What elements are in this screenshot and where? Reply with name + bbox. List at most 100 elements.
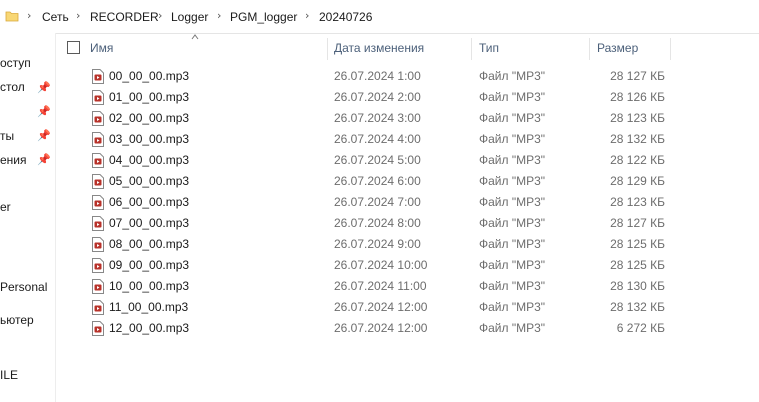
file-size: 28 126 КБ [610, 90, 665, 104]
file-name[interactable]: 11_00_00.mp3 [109, 297, 188, 318]
mp3-file-icon [92, 111, 104, 126]
file-row[interactable]: 00_00_00.mp3 26.07.2024 1:00 Файл "MP3" … [0, 66, 759, 87]
file-name[interactable]: 07_00_00.mp3 [109, 213, 189, 234]
file-date: 26.07.2024 7:00 [334, 195, 421, 209]
file-date: 26.07.2024 3:00 [334, 111, 421, 125]
file-size: 28 129 КБ [610, 174, 665, 188]
mp3-file-icon [92, 279, 104, 294]
mp3-file-icon [92, 174, 104, 189]
column-type[interactable]: Тип [479, 36, 499, 60]
file-type: Файл "MP3" [479, 237, 546, 251]
file-row[interactable]: 09_00_00.mp3 26.07.2024 10:00 Файл "MP3"… [0, 255, 759, 276]
file-size: 28 125 КБ [610, 237, 665, 251]
file-row[interactable]: 08_00_00.mp3 26.07.2024 9:00 Файл "MP3" … [0, 234, 759, 255]
address-bar[interactable]: › Сеть › RECORDER › Logger › PGM_logger … [0, 0, 759, 34]
file-name[interactable]: 06_00_00.mp3 [109, 192, 189, 213]
file-name[interactable]: 08_00_00.mp3 [109, 234, 189, 255]
file-date: 26.07.2024 1:00 [334, 69, 421, 83]
file-row[interactable]: 12_00_00.mp3 26.07.2024 12:00 Файл "MP3"… [0, 318, 759, 339]
column-divider[interactable] [327, 38, 328, 60]
sort-up-icon [191, 34, 199, 40]
file-row[interactable]: 11_00_00.mp3 26.07.2024 12:00 Файл "MP3"… [0, 297, 759, 318]
file-name[interactable]: 12_00_00.mp3 [109, 318, 189, 339]
file-date: 26.07.2024 9:00 [334, 237, 421, 251]
chevron-right-icon[interactable]: › [305, 9, 309, 22]
file-type: Файл "MP3" [479, 69, 546, 83]
file-type: Файл "MP3" [479, 195, 546, 209]
mp3-file-icon [92, 69, 104, 84]
column-header: Имя Дата изменения Тип Размер [56, 34, 759, 60]
file-date: 26.07.2024 6:00 [334, 174, 421, 188]
breadcrumb-item[interactable]: Сеть [42, 10, 69, 24]
file-date: 26.07.2024 12:00 [334, 321, 428, 335]
file-name[interactable]: 03_00_00.mp3 [109, 129, 189, 150]
file-row[interactable]: 05_00_00.mp3 26.07.2024 6:00 Файл "MP3" … [0, 171, 759, 192]
file-row[interactable]: 07_00_00.mp3 26.07.2024 8:00 Файл "MP3" … [0, 213, 759, 234]
chevron-right-icon[interactable]: › [217, 9, 221, 22]
column-divider[interactable] [471, 38, 472, 60]
file-name[interactable]: 04_00_00.mp3 [109, 150, 189, 171]
file-date: 26.07.2024 10:00 [334, 258, 428, 272]
file-type: Файл "MP3" [479, 300, 546, 314]
file-row[interactable]: 01_00_00.mp3 26.07.2024 2:00 Файл "MP3" … [0, 87, 759, 108]
file-name[interactable]: 05_00_00.mp3 [109, 171, 189, 192]
select-all-checkbox[interactable] [67, 41, 80, 54]
file-row[interactable]: 03_00_00.mp3 26.07.2024 4:00 Файл "MP3" … [0, 129, 759, 150]
file-date: 26.07.2024 5:00 [334, 153, 421, 167]
file-type: Файл "MP3" [479, 258, 546, 272]
file-row[interactable]: 06_00_00.mp3 26.07.2024 7:00 Файл "MP3" … [0, 192, 759, 213]
file-date: 26.07.2024 12:00 [334, 300, 428, 314]
chevron-right-icon[interactable]: › [27, 9, 31, 22]
file-date: 26.07.2024 11:00 [334, 279, 427, 293]
column-divider[interactable] [589, 38, 590, 60]
file-size: 28 125 КБ [610, 258, 665, 272]
file-type: Файл "MP3" [479, 90, 546, 104]
folder-icon [5, 11, 19, 22]
column-date[interactable]: Дата изменения [334, 36, 424, 60]
file-name[interactable]: 02_00_00.mp3 [109, 108, 189, 129]
file-size: 28 123 КБ [610, 195, 665, 209]
file-name[interactable]: 01_00_00.mp3 [109, 87, 189, 108]
file-type: Файл "MP3" [479, 174, 546, 188]
file-name[interactable]: 10_00_00.mp3 [109, 276, 189, 297]
mp3-file-icon [92, 195, 104, 210]
file-size: 28 132 КБ [610, 132, 665, 146]
file-date: 26.07.2024 8:00 [334, 216, 421, 230]
mp3-file-icon [92, 237, 104, 252]
file-size: 28 122 КБ [610, 153, 665, 167]
file-size: 28 132 КБ [610, 300, 665, 314]
file-row[interactable]: 02_00_00.mp3 26.07.2024 3:00 Файл "MP3" … [0, 108, 759, 129]
breadcrumb-item[interactable]: PGM_logger [230, 10, 297, 24]
file-name[interactable]: 09_00_00.mp3 [109, 255, 189, 276]
mp3-file-icon [92, 300, 104, 315]
file-name[interactable]: 00_00_00.mp3 [109, 66, 189, 87]
chevron-right-icon[interactable]: › [76, 9, 80, 22]
mp3-file-icon [92, 258, 104, 273]
mp3-file-icon [92, 153, 104, 168]
breadcrumb-item[interactable]: Logger [171, 10, 208, 24]
file-type: Файл "MP3" [479, 279, 546, 293]
file-date: 26.07.2024 2:00 [334, 90, 421, 104]
file-size: 28 123 КБ [610, 111, 665, 125]
mp3-file-icon [92, 321, 104, 336]
file-row[interactable]: 10_00_00.mp3 26.07.2024 11:00 Файл "MP3"… [0, 276, 759, 297]
file-type: Файл "MP3" [479, 132, 546, 146]
column-divider[interactable] [670, 38, 671, 60]
column-name[interactable]: Имя [90, 36, 113, 60]
file-type: Файл "MP3" [479, 321, 546, 335]
breadcrumb-item[interactable]: RECORDER [90, 10, 159, 24]
file-size: 6 272 КБ [616, 321, 665, 335]
file-type: Файл "MP3" [479, 153, 546, 167]
chevron-right-icon[interactable]: › [158, 9, 162, 22]
nav-item[interactable]: ILE [0, 366, 18, 384]
file-date: 26.07.2024 4:00 [334, 132, 421, 146]
file-size: 28 127 КБ [610, 216, 665, 230]
mp3-file-icon [92, 90, 104, 105]
mp3-file-icon [92, 216, 104, 231]
file-type: Файл "MP3" [479, 111, 546, 125]
file-row[interactable]: 04_00_00.mp3 26.07.2024 5:00 Файл "MP3" … [0, 150, 759, 171]
file-type: Файл "MP3" [479, 216, 546, 230]
file-size: 28 130 КБ [610, 279, 665, 293]
column-size[interactable]: Размер [597, 36, 638, 60]
breadcrumb-item[interactable]: 20240726 [319, 10, 372, 24]
